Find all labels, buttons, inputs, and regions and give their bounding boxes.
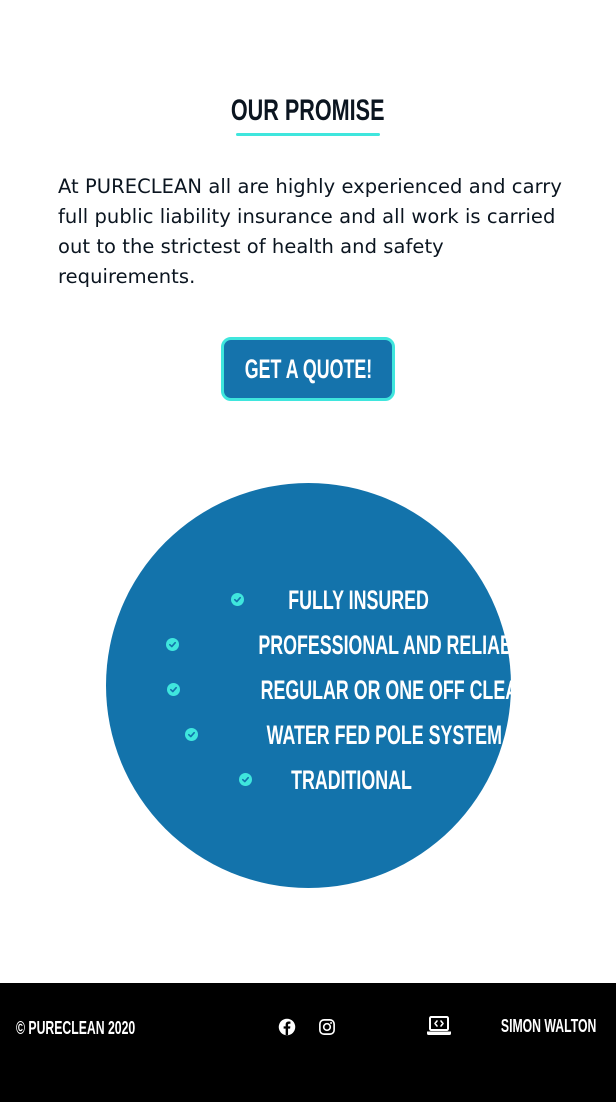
copyright-text: © PURECLEAN 2020 bbox=[16, 1018, 136, 1038]
feature-label: Professional and Reliable bbox=[258, 629, 536, 660]
check-circle-icon bbox=[239, 773, 252, 786]
feature-item: Traditional bbox=[0, 757, 616, 802]
get-quote-label: Get a Quote! bbox=[244, 353, 372, 384]
designer-credit-label: Simon Walton bbox=[500, 1016, 596, 1036]
promise-title: Our Promise bbox=[231, 94, 385, 127]
check-circle-icon bbox=[185, 728, 198, 741]
feature-label: Traditional bbox=[291, 764, 412, 795]
check-circle-icon bbox=[166, 683, 180, 696]
laptop-code-icon bbox=[426, 1016, 451, 1035]
promise-text: At PURECLEAN all are highly experienced … bbox=[58, 175, 562, 288]
check-circle-icon bbox=[166, 638, 179, 651]
feature-label: Water Fed Pole System bbox=[266, 719, 502, 750]
instagram-icon bbox=[319, 1019, 335, 1035]
feature-item: Regular or One Off Cleans bbox=[0, 667, 616, 712]
feature-label: Regular or One Off Cleans bbox=[260, 674, 543, 705]
title-underline bbox=[236, 133, 380, 136]
get-quote-button[interactable]: Get a Quote! bbox=[221, 337, 395, 401]
promise-title-wrap: Our Promise bbox=[0, 92, 616, 130]
features-list: Fully Insured Professional and Reliable … bbox=[0, 577, 616, 802]
facebook-link[interactable] bbox=[278, 1018, 296, 1036]
site-footer: © PURECLEAN 2020 Simon Walton bbox=[0, 983, 616, 1102]
social-links bbox=[278, 1018, 336, 1036]
facebook-icon bbox=[278, 1018, 296, 1036]
feature-item: Water Fed Pole System bbox=[0, 712, 616, 757]
feature-label: Fully Insured bbox=[287, 584, 429, 615]
feature-item: Fully Insured bbox=[0, 577, 616, 622]
designer-credit-link[interactable]: Simon Walton bbox=[426, 1014, 596, 1038]
check-circle-icon bbox=[230, 593, 244, 606]
instagram-link[interactable] bbox=[318, 1018, 336, 1036]
feature-item: Professional and Reliable bbox=[0, 622, 616, 667]
